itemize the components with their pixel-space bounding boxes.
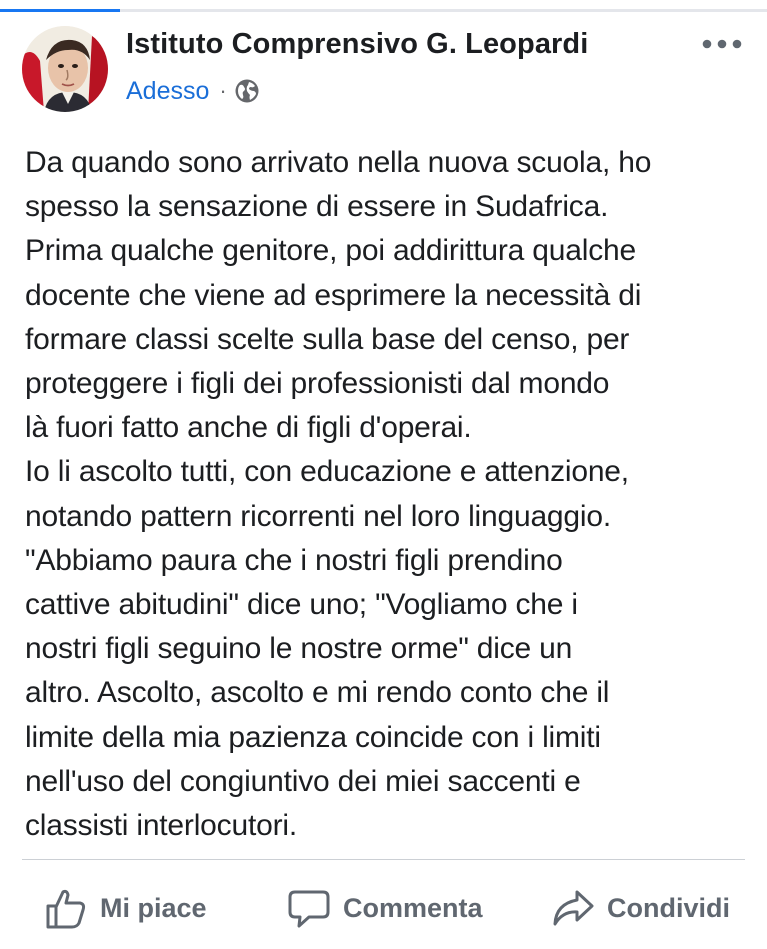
meta-separator: · xyxy=(219,78,227,103)
share-button[interactable]: Condividi xyxy=(551,880,730,936)
like-label: Mi piace xyxy=(100,892,207,923)
share-arrow-icon xyxy=(553,890,594,926)
post-body: Da quando sono arrivato nella nuova scuo… xyxy=(25,146,652,843)
post-timestamp[interactable]: Adesso xyxy=(126,77,209,106)
author-name[interactable]: Istituto Comprensivo G. Leopardi xyxy=(126,28,588,61)
post-header: Istituto Comprensivo G. Leopardi Adesso … xyxy=(22,26,747,112)
actions-divider xyxy=(22,859,745,860)
comment-label: Commenta xyxy=(343,892,483,923)
share-label: Condividi xyxy=(607,892,730,923)
globe-icon xyxy=(234,78,260,104)
comment-bubble-icon xyxy=(288,890,330,928)
more-options-icon[interactable] xyxy=(697,34,747,54)
thumbs-up-icon xyxy=(46,889,86,929)
post-actions-bar: Mi piace Commenta Condividi xyxy=(0,880,767,936)
active-tab-indicator xyxy=(0,9,120,12)
comment-button[interactable]: Commenta xyxy=(287,880,483,936)
top-divider xyxy=(0,9,767,12)
avatar[interactable] xyxy=(22,26,108,112)
post-meta: Adesso · xyxy=(126,76,260,106)
like-button[interactable]: Mi piace xyxy=(44,880,207,936)
